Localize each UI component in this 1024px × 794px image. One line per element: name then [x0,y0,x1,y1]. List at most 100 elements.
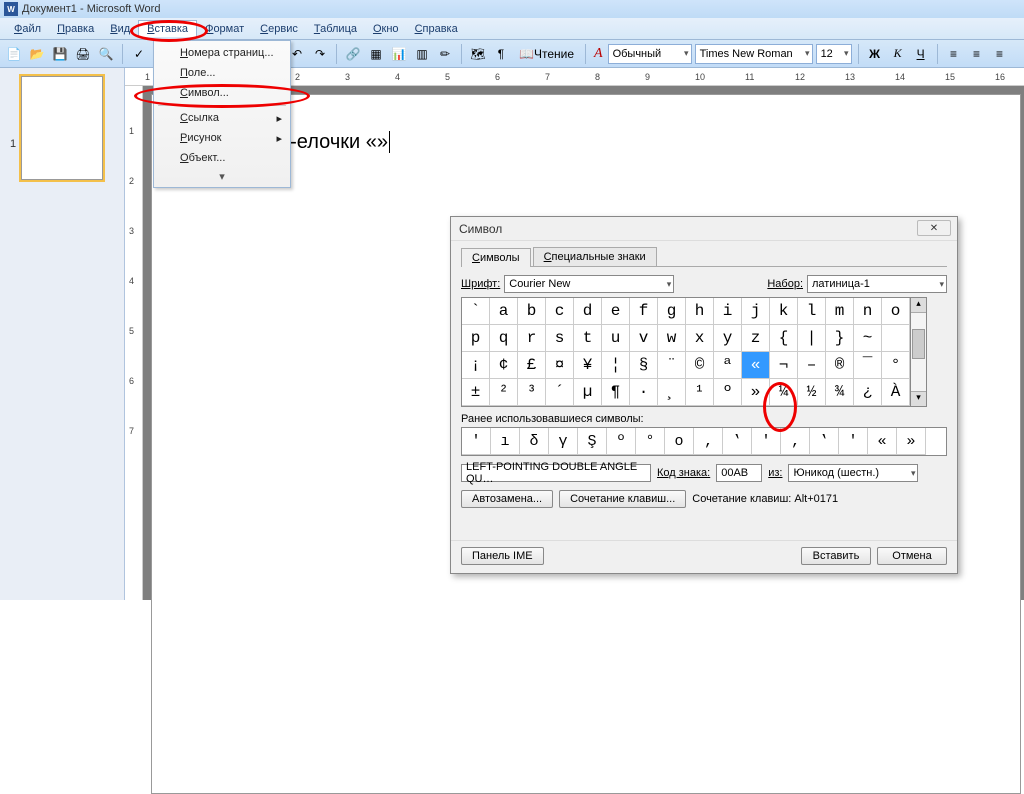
style-combo[interactable]: Обычный [608,44,692,64]
scroll-up-button[interactable]: ▴ [911,298,926,313]
symbol-cell[interactable]: ª [714,352,742,379]
recent-symbol[interactable]: » [897,428,926,455]
recent-symbol[interactable]: ‚ [781,428,810,455]
symbol-cell[interactable]: ² [490,379,518,406]
menu-формат[interactable]: Формат [197,21,252,37]
table-button[interactable]: ▦ [366,44,386,64]
font-select[interactable]: Courier New [504,275,674,293]
menuitem-5[interactable]: Объект... [154,148,290,168]
symbol-cell[interactable]: ° [882,352,910,379]
symbol-cell[interactable]: ® [826,352,854,379]
print-button[interactable]: 🖨 [73,44,93,64]
recent-symbol[interactable]: ‚ [694,428,723,455]
set-select[interactable]: латиница-1 [807,275,947,293]
symbol-cell[interactable]: { [770,325,798,352]
menu-окно[interactable]: Окно [365,21,407,37]
menuitem-4[interactable]: Рисунок [154,128,290,148]
from-select[interactable]: Юникод (шестн.) [788,464,918,482]
symbol-cell[interactable]: i [714,298,742,325]
menuitem-0[interactable]: Номера страниц... [154,43,290,63]
symbol-cell[interactable]: a [490,298,518,325]
insert-button[interactable]: Вставить [801,547,871,565]
recent-symbol[interactable]: ‛ [723,428,752,455]
menuitem-2[interactable]: Символ... [154,83,290,103]
font-combo[interactable]: Times New Roman [695,44,813,64]
menu-expand-icon[interactable]: ▾ [154,168,290,185]
menu-таблица[interactable]: Таблица [306,21,365,37]
symbol-cell[interactable]: p [462,325,490,352]
symbol-cell[interactable]: e [602,298,630,325]
symbol-cell[interactable]: ¸ [658,379,686,406]
symbol-cell[interactable]: © [686,352,714,379]
recent-grid[interactable]: 'ıδγŞº°о‚‛'‚‛'«» [461,427,947,456]
map-button[interactable]: 🗺 [468,44,488,64]
symbol-cell[interactable]: ´ [546,379,574,406]
underline-button[interactable]: Ч [911,44,931,64]
align-right-button[interactable]: ≡ [990,44,1010,64]
symbol-cell[interactable]: n [854,298,882,325]
symbol-cell[interactable]: m [826,298,854,325]
symbol-cell[interactable]: ¤ [546,352,574,379]
recent-symbol[interactable]: ' [839,428,868,455]
symbol-cell[interactable]: w [658,325,686,352]
symbol-cell[interactable]: u [602,325,630,352]
symbol-cell[interactable]: ³ [518,379,546,406]
fontsize-combo[interactable]: 12 [816,44,852,64]
excel-button[interactable]: 📊 [389,44,409,64]
tab-0[interactable]: Символы [461,248,531,267]
symbol-grid[interactable]: `abcdefghijklmnopqrstuvwxyz{|}~¡¢£¤¥¦§¨©… [461,297,911,407]
symbol-cell[interactable]: £ [518,352,546,379]
symbol-cell[interactable]: º [714,379,742,406]
symbol-cell[interactable]: ¢ [490,352,518,379]
open-button[interactable]: 📂 [27,44,47,64]
bold-button[interactable]: Ж [865,44,885,64]
shortcut-button[interactable]: Сочетание клавиш... [559,490,686,508]
scroll-down-button[interactable]: ▾ [911,391,926,406]
symbol-cell[interactable]: q [490,325,518,352]
new-doc-button[interactable]: 📄 [4,44,24,64]
recent-symbol[interactable]: ° [636,428,665,455]
recent-symbol[interactable]: δ [520,428,549,455]
symbol-cell[interactable]: z [742,325,770,352]
menu-вставка[interactable]: Вставка [138,20,197,37]
autocorrect-button[interactable]: Автозамена... [461,490,553,508]
symbol-cell[interactable]: h [686,298,714,325]
symbol-cell[interactable] [882,325,910,352]
recent-symbol[interactable]: Ş [578,428,607,455]
symbol-cell[interactable]: ½ [798,379,826,406]
recent-symbol[interactable]: ı [491,428,520,455]
symbol-cell[interactable]: ~ [854,325,882,352]
symbol-cell[interactable]: ¦ [602,352,630,379]
symbol-cell[interactable]: ¿ [854,379,882,406]
symbol-cell[interactable]: § [630,352,658,379]
recent-symbol[interactable]: γ [549,428,578,455]
symbol-cell[interactable]: ¶ [602,379,630,406]
recent-symbol[interactable]: о [665,428,694,455]
recent-symbol[interactable]: « [868,428,897,455]
symbol-cell[interactable]: ¡ [462,352,490,379]
recent-symbol[interactable]: º [607,428,636,455]
symbol-cell[interactable]: c [546,298,574,325]
symbol-cell[interactable]: ± [462,379,490,406]
menuitem-1[interactable]: Поле... [154,63,290,83]
pilcrow-button[interactable]: ¶ [491,44,511,64]
symbol-cell[interactable]: g [658,298,686,325]
symbol-cell[interactable]: ¥ [574,352,602,379]
symbol-cell[interactable]: · [630,379,658,406]
recent-symbol[interactable]: ' [462,428,491,455]
save-button[interactable]: 💾 [50,44,70,64]
symbol-cell[interactable]: ¹ [686,379,714,406]
menu-правка[interactable]: Правка [49,21,102,37]
menuitem-3[interactable]: Ссылка [154,108,290,128]
symbol-cell[interactable]: f [630,298,658,325]
spellcheck-button[interactable]: ✓ [129,44,149,64]
symbol-cell[interactable]: v [630,325,658,352]
scroll-thumb[interactable] [912,329,925,359]
symbol-cell[interactable]: | [798,325,826,352]
symbol-cell[interactable]: r [518,325,546,352]
italic-button[interactable]: К [888,44,908,64]
symbol-cell[interactable]: j [742,298,770,325]
symbol-cell[interactable]: y [714,325,742,352]
thumbnail-page[interactable] [21,76,103,180]
drawing-button[interactable]: ✏ [435,44,455,64]
